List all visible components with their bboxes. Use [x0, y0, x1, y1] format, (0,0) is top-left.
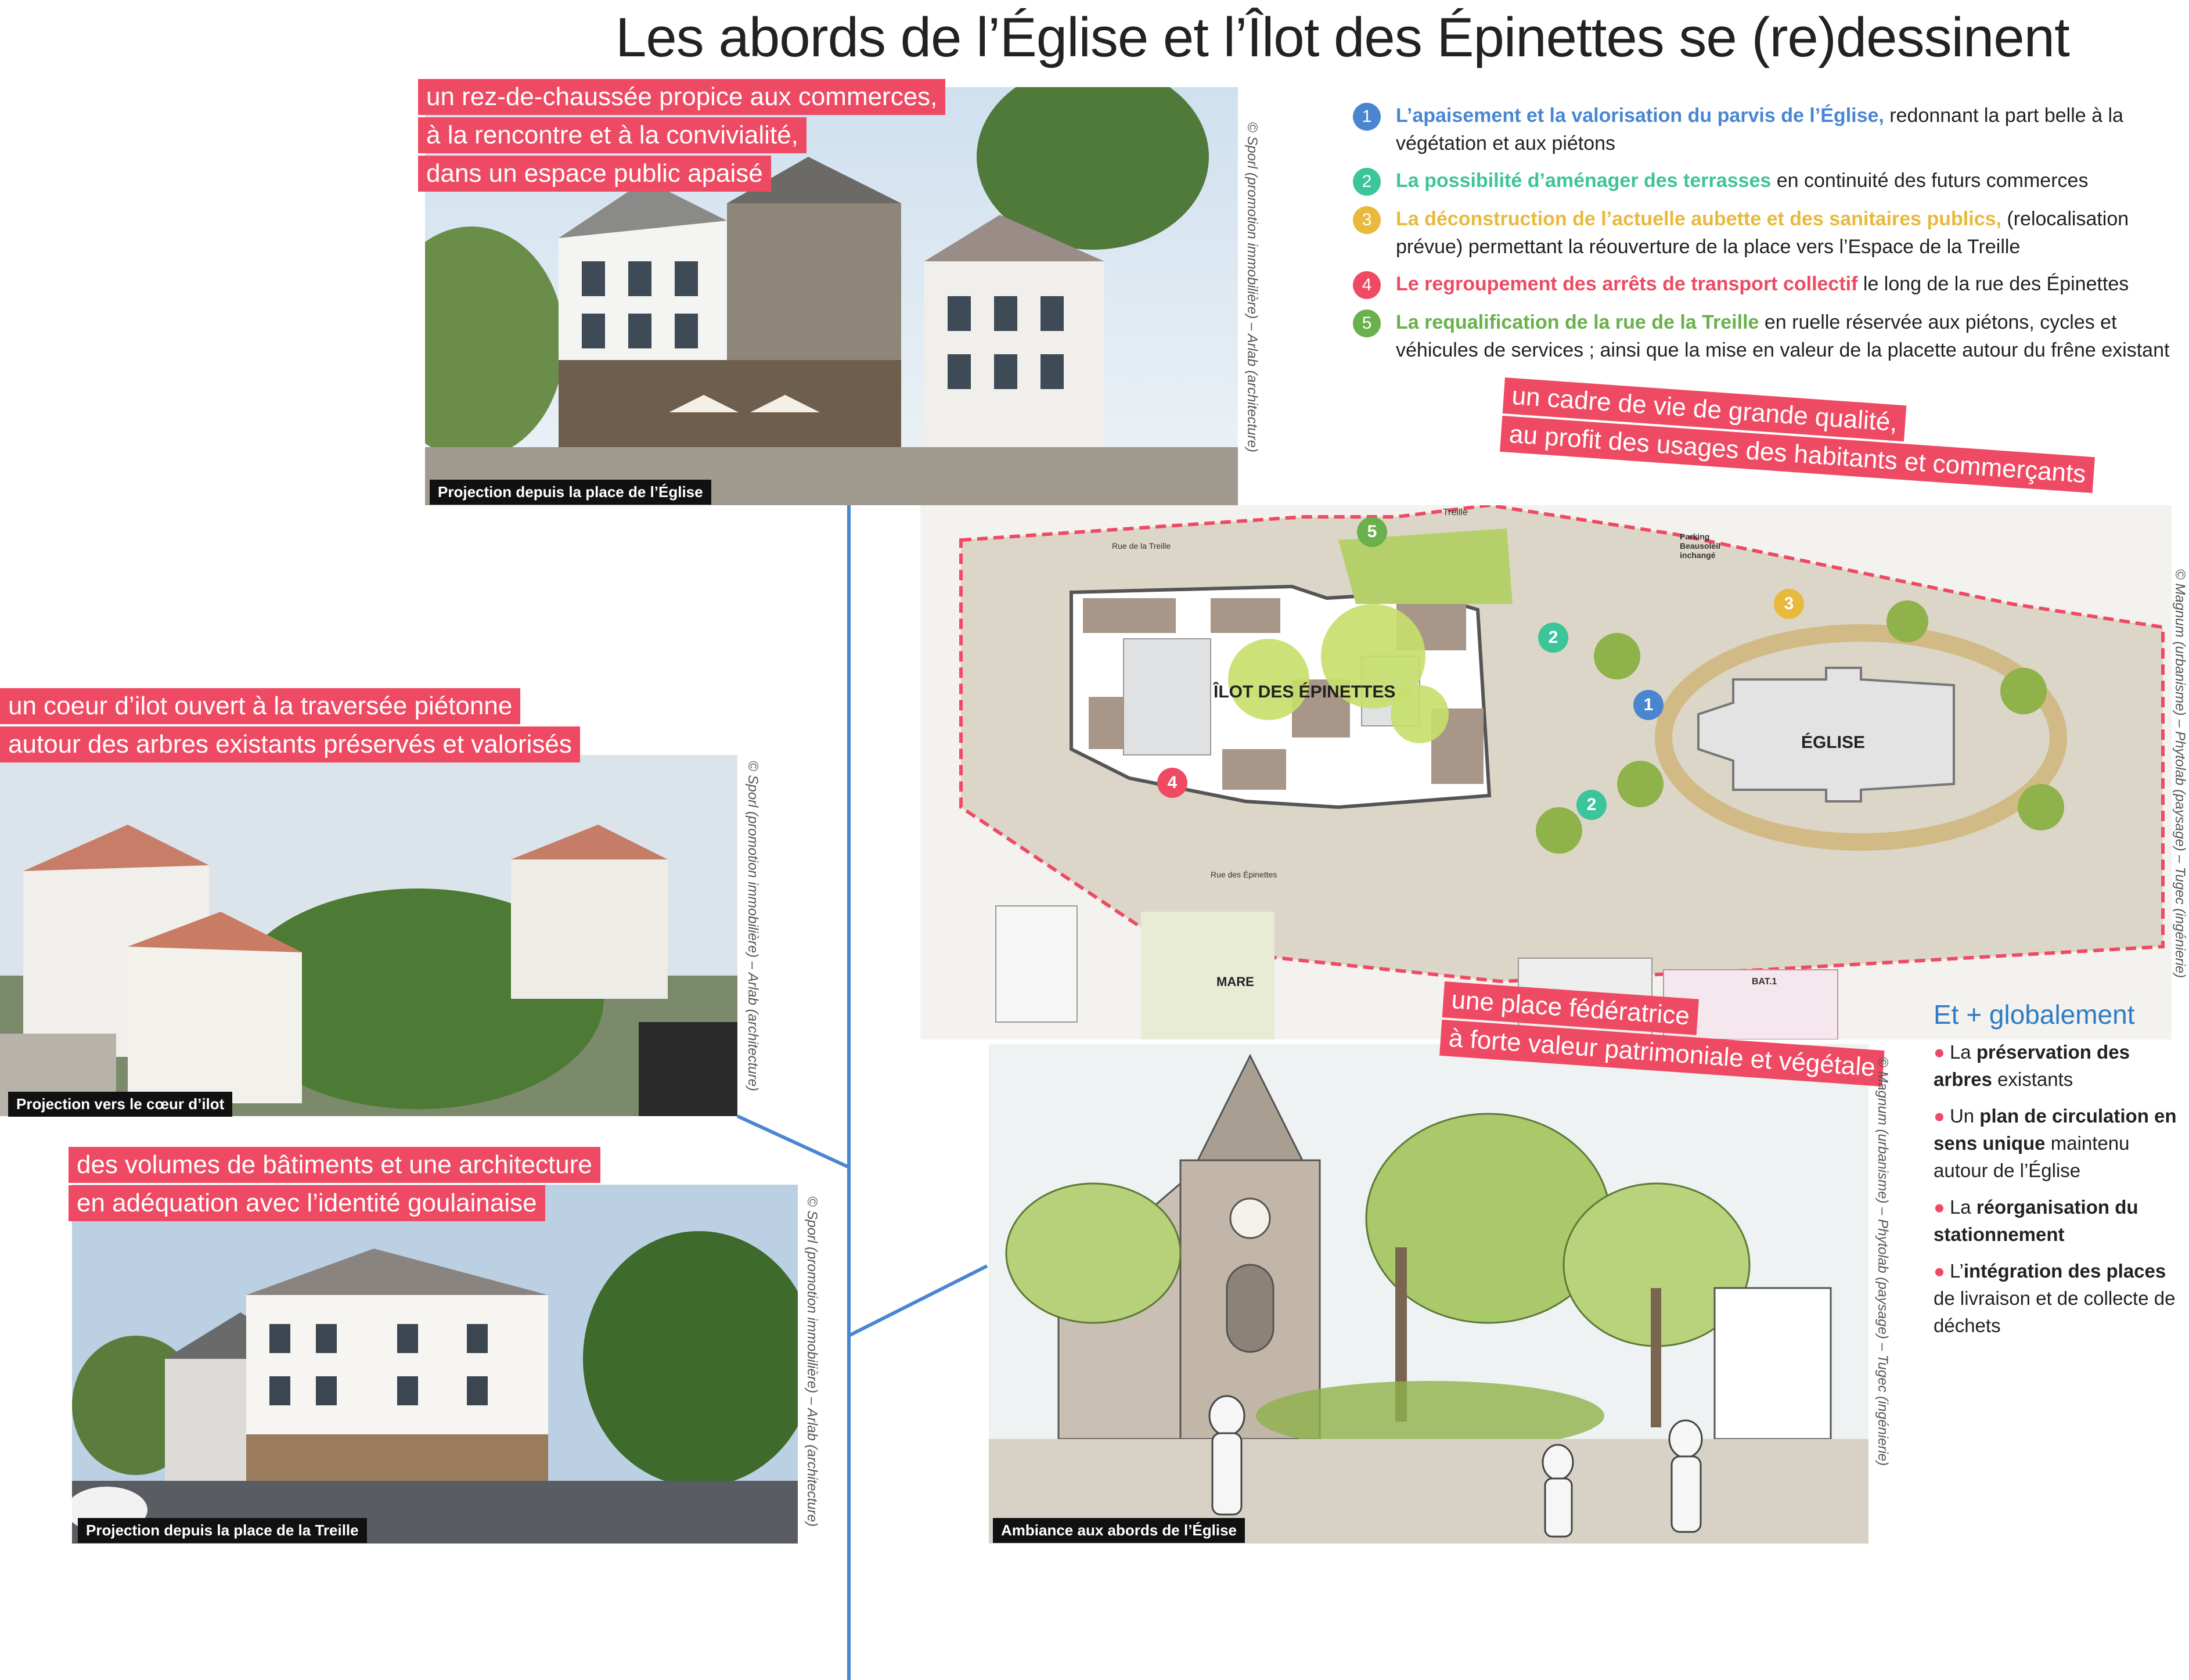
caption-mid: Projection vers le cœur d’ilot — [8, 1092, 233, 1117]
page-title: Les abords de l’Église et l’Îlot des Épi… — [615, 6, 2070, 69]
banner-line: des volumes de bâtiments et une architec… — [69, 1147, 600, 1183]
legend-item-4: 4 Le regroupement des arrêts de transpor… — [1353, 270, 2183, 299]
legend-number: 5 — [1353, 310, 1381, 337]
credit-sporl-mid: © Sporl (promotion immobilière) – Arlab … — [745, 761, 761, 1091]
global-item-pre: La — [1949, 1041, 1976, 1063]
legend-text: La possibilité d’aménager des terrasses … — [1396, 167, 2088, 195]
banner-line: autour des arbres existants préservés et… — [0, 726, 580, 762]
banner-line: en adéquation avec l’identité goulainais… — [69, 1185, 545, 1221]
legend-text: La déconstruction de l’actuelle aubette … — [1396, 205, 2183, 261]
legend-highlight: La déconstruction de l’actuelle aubette … — [1396, 208, 2001, 230]
banner-mid-left: un coeur d’ilot ouvert à la traversée pi… — [0, 688, 580, 765]
legend-body: en continuité des futurs commerces — [1771, 170, 2089, 192]
masterplan: ÎLOT DES ÉPINETTES ÉGLISE MARE Placette … — [920, 505, 2172, 1039]
legend-item-1: 1 L’apaisement et la valorisation du par… — [1353, 102, 2183, 157]
global-item: ● La réorganisation du stationnement — [1934, 1193, 2177, 1248]
banner-line: dans un espace public apaisé — [418, 156, 771, 192]
caption-sketch: Ambiance aux abords de l’Église — [993, 1518, 1245, 1543]
plan-marker-2a: 2 — [1538, 623, 1568, 653]
legend-text: Le regroupement des arrêts de transport … — [1396, 270, 2129, 298]
bullet-icon: ● — [1934, 1041, 1945, 1063]
legend-number: 2 — [1353, 168, 1381, 196]
global-item-pre: Un — [1949, 1105, 1980, 1127]
legend-number: 1 — [1353, 103, 1381, 131]
aerial-render-illustration — [0, 755, 737, 1116]
bullet-icon: ● — [1934, 1260, 1945, 1282]
legend-list: 1 L’apaisement et la valorisation du par… — [1353, 102, 2183, 373]
banner-line: à la rencontre et à la convivialité, — [418, 117, 807, 153]
legend-item-5: 5 La requalification de la rue de la Tre… — [1353, 308, 2183, 364]
photo-coeur-ilot — [0, 755, 737, 1116]
legend-text: L’apaisement et la valorisation du parvi… — [1396, 102, 2183, 157]
credit-magnum-sketch: © Magnum (urbanisme) – Phytolab (paysage… — [1875, 1057, 1891, 1466]
church-sketch-illustration — [989, 1044, 1868, 1544]
bullet-icon: ● — [1934, 1196, 1945, 1218]
street-render-illustration — [72, 1185, 798, 1544]
credit-magnum-plan: © Magnum (urbanisme) – Phytolab (paysage… — [2172, 569, 2188, 978]
legend-number: 4 — [1353, 271, 1381, 299]
banner-line: un rez-de-chaussée propice aux commerces… — [418, 79, 946, 115]
caption-top: Projection depuis la place de l’Église — [430, 480, 711, 505]
legend-item-3: 3 La déconstruction de l’actuelle aubett… — [1353, 205, 2183, 261]
masterplan-drawing — [920, 505, 2172, 1039]
plan-marker-3: 3 — [1774, 589, 1804, 619]
credit-sporl-top: © Sporl (promotion immobilière) – Arlab … — [1244, 122, 1260, 452]
legend-number: 3 — [1353, 206, 1381, 234]
global-item-bold: intégration des places — [1963, 1260, 2166, 1282]
plan-marker-1: 1 — [1633, 690, 1664, 720]
banner-line: un coeur d’ilot ouvert à la traversée pi… — [0, 688, 521, 724]
legend-highlight: Le regroupement des arrêts de transport … — [1396, 273, 1858, 295]
legend-highlight: La possibilité d’aménager des terrasses — [1396, 170, 1772, 192]
plan-label-bat: BAT.1 — [1752, 977, 1777, 987]
sketch-abords-eglise — [989, 1044, 1868, 1544]
bullet-icon: ● — [1934, 1105, 1945, 1127]
global-item-pre: L’ — [1949, 1260, 1964, 1282]
legend-text: La requalification de la rue de la Treil… — [1396, 308, 2183, 364]
credit-sporl-bottom: © Sporl (promotion immobilière) – Arlab … — [804, 1196, 820, 1527]
global-heading: Et + globalement — [1934, 999, 2135, 1030]
global-item: ● Un plan de circulation en sens unique m… — [1934, 1102, 2177, 1184]
plan-label-placette: Placette de la Treille — [1443, 505, 1499, 517]
plan-label-eglise: ÉGLISE — [1801, 733, 1866, 752]
global-item-post: existants — [1992, 1069, 2073, 1090]
legend-item-2: 2 La possibilité d’aménager des terrasse… — [1353, 167, 2183, 196]
plan-marker-4: 4 — [1157, 768, 1187, 798]
plan-marker-5: 5 — [1357, 517, 1387, 547]
global-item-post: de livraison et de collecte de déchets — [1934, 1287, 2176, 1336]
plan-label-rue-treille: Rue de la Treille — [1112, 541, 1171, 551]
plan-marker-2b: 2 — [1576, 790, 1607, 820]
global-item: ● L’intégration des places de livraison e… — [1934, 1257, 2177, 1339]
global-item-pre: La — [1949, 1196, 1976, 1218]
legend-body: le long de la rue des Épinettes — [1857, 273, 2129, 295]
plan-label-parking: Parking Beausoleil inchangé — [1680, 532, 1721, 560]
plan-label-rue-epinettes: Rue des Épinettes — [1211, 870, 1277, 879]
banner-bottom-left: des volumes de bâtiments et une architec… — [69, 1147, 600, 1224]
legend-highlight: La requalification de la rue de la Treil… — [1396, 311, 1759, 333]
banner-top-left: un rez-de-chaussée propice aux commerces… — [418, 79, 946, 194]
caption-bottom: Projection depuis la place de la Treille — [78, 1518, 367, 1543]
global-box: Et + globalement ● La préservation des ar… — [1934, 999, 2177, 1348]
plan-label-ilot: ÎLOT DES ÉPINETTES — [1214, 682, 1396, 702]
legend-highlight: L’apaisement et la valorisation du parvi… — [1396, 105, 1884, 127]
plan-label-mare: MARE — [1216, 974, 1254, 989]
photo-place-treille — [72, 1185, 798, 1544]
global-item: ● La préservation des arbres existants — [1934, 1038, 2177, 1093]
